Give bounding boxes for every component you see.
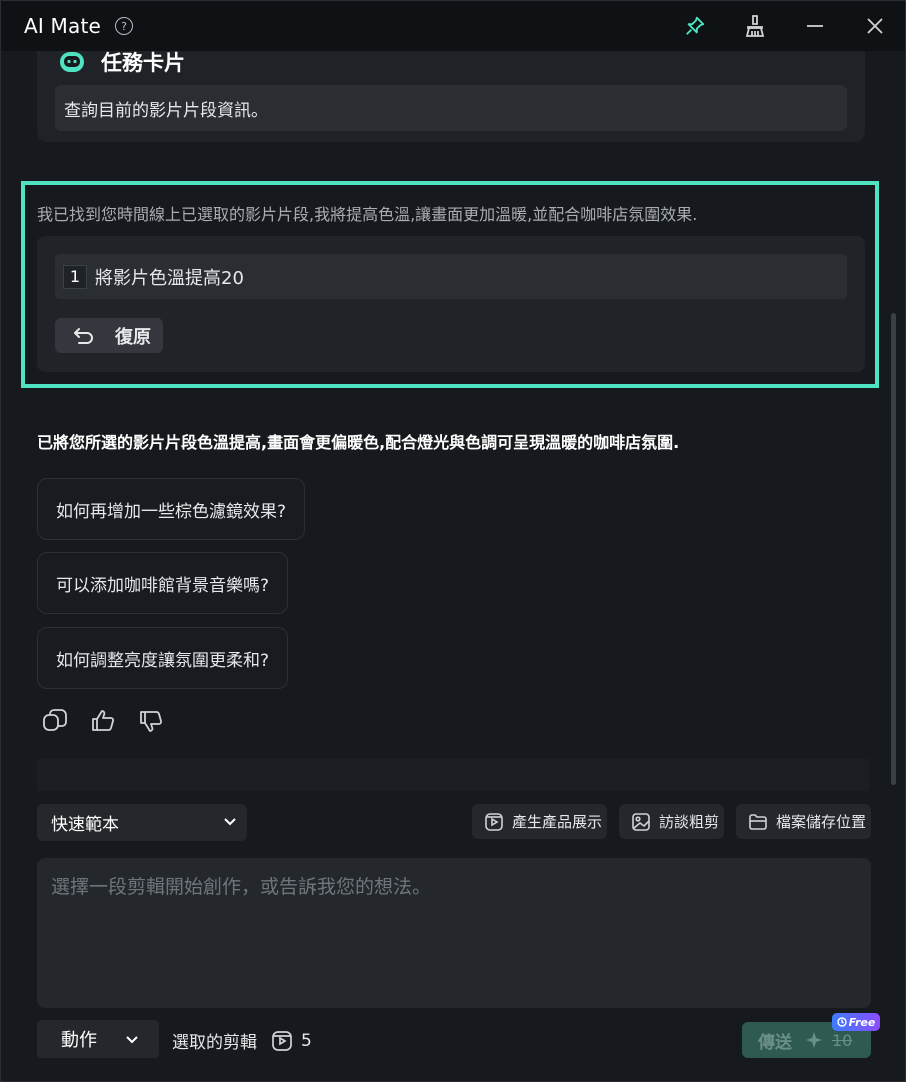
thumbs-down-icon <box>140 711 163 732</box>
window-controls <box>665 1 905 51</box>
assistant-reply-text: 我已找到您時間線上已選取的影片片段,我將提高色溫,讓畫面更加溫暖,並配合咖啡店氛… <box>37 205 698 224</box>
minimize-button[interactable] <box>785 1 845 51</box>
chip-label: 產生產品展示 <box>512 813 603 831</box>
folder-icon <box>749 813 767 830</box>
chip-label: 訪談粗剪 <box>659 813 720 831</box>
video-clip-icon <box>272 1030 292 1051</box>
chip-product-showcase[interactable]: 產生產品展示 <box>472 804 607 839</box>
selected-clips-indicator: 選取的剪輯 5 <box>172 1028 312 1054</box>
pin-icon <box>686 16 705 35</box>
selected-clips-label: 選取的剪輯 <box>172 1033 257 1053</box>
action-label: 動作 <box>61 1030 97 1051</box>
prompt-input[interactable] <box>37 858 871 1008</box>
thumbs-up-icon <box>92 710 115 731</box>
ai-mate-window: AI Mate ? 任務卡片 查詢目前的影片片段資訊。 我已找到您時間線上已選取… <box>0 0 906 1082</box>
chip-interview-rough-cut[interactable]: 訪談粗剪 <box>619 804 724 839</box>
app-title: AI Mate <box>24 14 101 38</box>
feedback-bar <box>41 707 185 735</box>
close-icon <box>867 18 883 34</box>
scroll-fade <box>37 759 869 791</box>
video-play-icon <box>485 812 503 831</box>
send-cost: 10 <box>832 1030 853 1050</box>
undo-icon <box>74 327 93 344</box>
suggestion-chip[interactable]: 如何調整亮度讓氛圍更柔和? <box>37 627 289 689</box>
pin-button[interactable] <box>665 1 725 51</box>
task-card: 任務卡片 查詢目前的影片片段資訊。 <box>37 51 865 142</box>
assistant-action-card: 我已找到您時間線上已選取的影片片段,我將提高色溫,讓畫面更加溫暖,並配合咖啡店氛… <box>21 181 879 388</box>
chip-label: 檔案儲存位置 <box>776 813 867 831</box>
step-text: 將影片色溫提高20 <box>95 267 244 289</box>
chip-file-location[interactable]: 檔案儲存位置 <box>736 804 871 839</box>
task-card-header: 任務卡片 <box>59 51 185 75</box>
chevron-down-icon <box>126 1036 138 1044</box>
action-steps-panel: 1 將影片色溫提高20 復原 <box>37 236 865 372</box>
selected-clips-count: 5 <box>301 1030 312 1051</box>
image-icon <box>632 812 650 831</box>
quick-template-label: 快速範本 <box>51 815 119 835</box>
step-number: 1 <box>63 264 87 289</box>
free-badge: Free <box>832 1013 880 1031</box>
assistant-summary-text: 已將您所選的影片片段色溫提高,畫面會更偏暖色,配合燈光與色調可呈現溫暖的咖啡店氛… <box>37 433 680 452</box>
sparkle-icon <box>806 1032 822 1048</box>
copy-icon <box>43 709 67 731</box>
thumbs-down-button[interactable] <box>137 707 165 735</box>
suggestion-chip[interactable]: 可以添加咖啡館背景音樂嗎? <box>37 552 289 614</box>
action-dropdown[interactable]: 動作 <box>37 1020 159 1058</box>
clear-chat-button[interactable] <box>725 1 785 51</box>
title-bar: AI Mate ? <box>1 1 905 51</box>
task-card-description: 查詢目前的影片片段資訊。 <box>55 85 847 131</box>
chat-scroll-area[interactable]: 任務卡片 查詢目前的影片片段資訊。 我已找到您時間線上已選取的影片片段,我將提高… <box>1 51 905 791</box>
free-badge-label: Free <box>848 1015 876 1029</box>
thumbs-up-button[interactable] <box>89 707 117 735</box>
bot-icon <box>60 52 84 72</box>
clock-icon <box>836 1017 847 1027</box>
minimize-icon <box>807 25 823 27</box>
quick-template-dropdown[interactable]: 快速範本 <box>37 804 247 841</box>
close-button[interactable] <box>845 1 905 51</box>
undo-button[interactable]: 復原 <box>55 318 163 353</box>
task-card-title: 任務卡片 <box>101 51 185 75</box>
suggestion-chip[interactable]: 如何再增加一些棕色濾鏡效果? <box>37 478 306 540</box>
chevron-down-icon <box>224 818 236 826</box>
send-label: 傳送 <box>758 1032 792 1053</box>
copy-button[interactable] <box>41 707 69 735</box>
undo-label: 復原 <box>115 326 151 348</box>
broom-clean-icon <box>745 15 765 37</box>
action-step: 1 將影片色溫提高20 <box>55 254 847 299</box>
chat-scrollbar[interactable] <box>891 313 896 785</box>
question-circle-icon[interactable]: ? <box>115 17 133 35</box>
